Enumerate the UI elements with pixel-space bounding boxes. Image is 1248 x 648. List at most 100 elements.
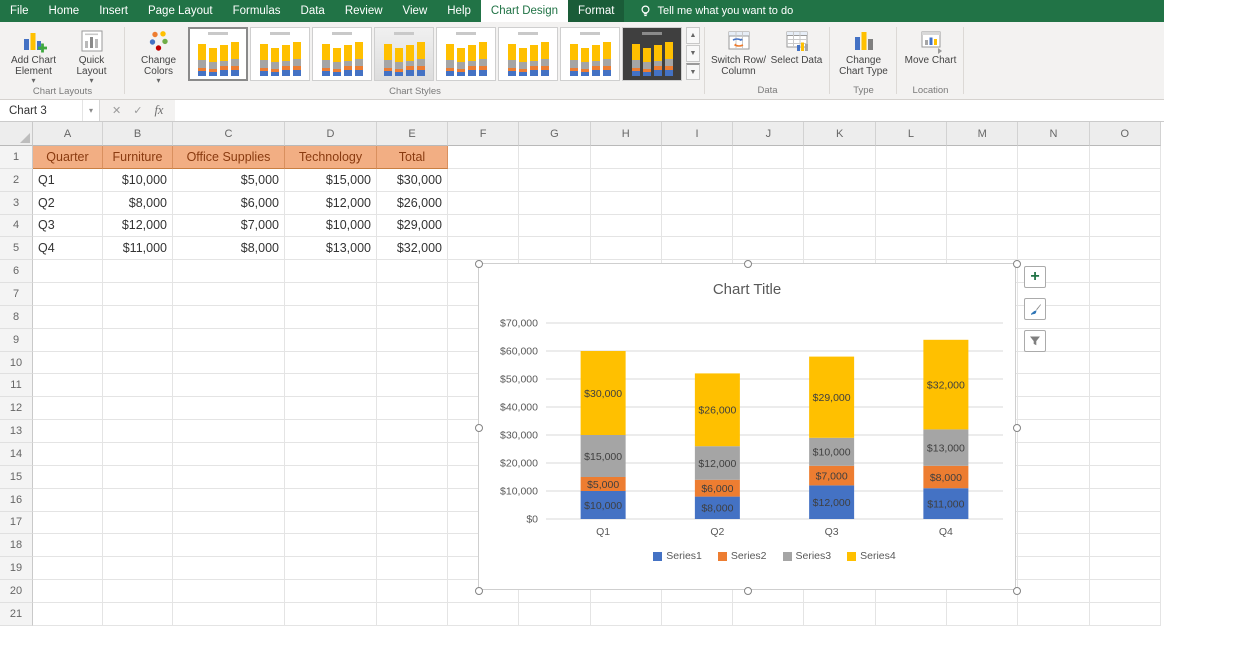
- cell-H21[interactable]: [591, 603, 662, 626]
- cell-D9[interactable]: [285, 329, 377, 352]
- ribbon-tab-help[interactable]: Help: [437, 0, 481, 22]
- cell-A6[interactable]: [33, 260, 103, 283]
- cell-L4[interactable]: [876, 215, 947, 238]
- legend-item-series3[interactable]: Series3: [783, 550, 832, 562]
- cell-C5[interactable]: $8,000: [173, 237, 285, 260]
- ribbon-tab-data[interactable]: Data: [291, 0, 335, 22]
- cell-N1[interactable]: [1018, 146, 1089, 169]
- cell-K1[interactable]: [804, 146, 875, 169]
- cell-J1[interactable]: [733, 146, 804, 169]
- cell-A14[interactable]: [33, 443, 103, 466]
- cell-D13[interactable]: [285, 420, 377, 443]
- cell-B9[interactable]: [103, 329, 173, 352]
- cell-O14[interactable]: [1090, 443, 1161, 466]
- cell-L21[interactable]: [876, 603, 947, 626]
- row-header-16[interactable]: 16: [0, 489, 33, 512]
- cell-I1[interactable]: [662, 146, 733, 169]
- cell-D7[interactable]: [285, 283, 377, 306]
- gallery-more-button[interactable]: ▼: [686, 63, 700, 80]
- cell-A10[interactable]: [33, 352, 103, 375]
- cell-L1[interactable]: [876, 146, 947, 169]
- cell-H4[interactable]: [591, 215, 662, 238]
- cell-K5[interactable]: [804, 237, 875, 260]
- ribbon-tab-formulas[interactable]: Formulas: [223, 0, 291, 22]
- cell-D8[interactable]: [285, 306, 377, 329]
- chart-style-5[interactable]: [436, 27, 496, 81]
- cell-C13[interactable]: [173, 420, 285, 443]
- row-header-19[interactable]: 19: [0, 557, 33, 580]
- cell-I4[interactable]: [662, 215, 733, 238]
- cell-A18[interactable]: [33, 534, 103, 557]
- select-all-corner[interactable]: [0, 122, 33, 146]
- cell-C14[interactable]: [173, 443, 285, 466]
- cell-D17[interactable]: [285, 512, 377, 535]
- cell-K4[interactable]: [804, 215, 875, 238]
- ribbon-tab-insert[interactable]: Insert: [89, 0, 138, 22]
- column-header-n[interactable]: N: [1018, 122, 1089, 146]
- cell-E1[interactable]: Total: [377, 146, 448, 169]
- row-header-6[interactable]: 6: [0, 260, 33, 283]
- row-header-17[interactable]: 17: [0, 512, 33, 535]
- cell-A20[interactable]: [33, 580, 103, 603]
- select-data-button[interactable]: Select Data: [768, 23, 825, 66]
- cell-B14[interactable]: [103, 443, 173, 466]
- column-header-e[interactable]: E: [377, 122, 448, 146]
- row-header-12[interactable]: 12: [0, 397, 33, 420]
- selection-handle[interactable]: [744, 587, 752, 595]
- cell-I3[interactable]: [662, 192, 733, 215]
- cell-H2[interactable]: [591, 169, 662, 192]
- chart-styles-button[interactable]: [1024, 298, 1046, 320]
- cell-C21[interactable]: [173, 603, 285, 626]
- name-box[interactable]: Chart 3 ▾: [0, 100, 100, 121]
- chart-style-3[interactable]: [312, 27, 372, 81]
- cell-E7[interactable]: [377, 283, 448, 306]
- cell-O21[interactable]: [1090, 603, 1161, 626]
- cell-F3[interactable]: [448, 192, 519, 215]
- cell-C1[interactable]: Office Supplies: [173, 146, 285, 169]
- column-header-m[interactable]: M: [947, 122, 1018, 146]
- formula-input[interactable]: [175, 100, 1164, 121]
- cell-C18[interactable]: [173, 534, 285, 557]
- cell-D10[interactable]: [285, 352, 377, 375]
- cell-C7[interactable]: [173, 283, 285, 306]
- cell-J2[interactable]: [733, 169, 804, 192]
- cell-E3[interactable]: $26,000: [377, 192, 448, 215]
- legend-item-series2[interactable]: Series2: [718, 550, 767, 562]
- cell-C8[interactable]: [173, 306, 285, 329]
- cell-O16[interactable]: [1090, 489, 1161, 512]
- column-header-b[interactable]: B: [103, 122, 173, 146]
- row-header-4[interactable]: 4: [0, 215, 33, 238]
- cell-M1[interactable]: [947, 146, 1018, 169]
- cell-M4[interactable]: [947, 215, 1018, 238]
- cell-E15[interactable]: [377, 466, 448, 489]
- cell-D19[interactable]: [285, 557, 377, 580]
- cell-A5[interactable]: Q4: [33, 237, 103, 260]
- stacked-column-chart-plot[interactable]: $70,000$60,000$50,000$40,000$30,000$20,0…: [479, 264, 1015, 589]
- cell-E11[interactable]: [377, 374, 448, 397]
- tell-me-box[interactable]: Tell me what you want to do: [624, 0, 793, 22]
- chart-style-7[interactable]: [560, 27, 620, 81]
- cell-A11[interactable]: [33, 374, 103, 397]
- cell-E10[interactable]: [377, 352, 448, 375]
- selection-handle[interactable]: [744, 260, 752, 268]
- column-header-a[interactable]: A: [33, 122, 103, 146]
- cell-E20[interactable]: [377, 580, 448, 603]
- column-header-h[interactable]: H: [591, 122, 662, 146]
- row-header-18[interactable]: 18: [0, 534, 33, 557]
- ribbon-tab-view[interactable]: View: [393, 0, 438, 22]
- cell-N12[interactable]: [1018, 397, 1089, 420]
- cell-D20[interactable]: [285, 580, 377, 603]
- cell-C3[interactable]: $6,000: [173, 192, 285, 215]
- cell-N17[interactable]: [1018, 512, 1089, 535]
- cell-J4[interactable]: [733, 215, 804, 238]
- cell-B6[interactable]: [103, 260, 173, 283]
- cell-O18[interactable]: [1090, 534, 1161, 557]
- cell-N15[interactable]: [1018, 466, 1089, 489]
- cell-B16[interactable]: [103, 489, 173, 512]
- cell-O3[interactable]: [1090, 192, 1161, 215]
- cell-D18[interactable]: [285, 534, 377, 557]
- cell-M5[interactable]: [947, 237, 1018, 260]
- cell-N2[interactable]: [1018, 169, 1089, 192]
- cell-B17[interactable]: [103, 512, 173, 535]
- move-chart-button[interactable]: Move Chart: [902, 23, 959, 66]
